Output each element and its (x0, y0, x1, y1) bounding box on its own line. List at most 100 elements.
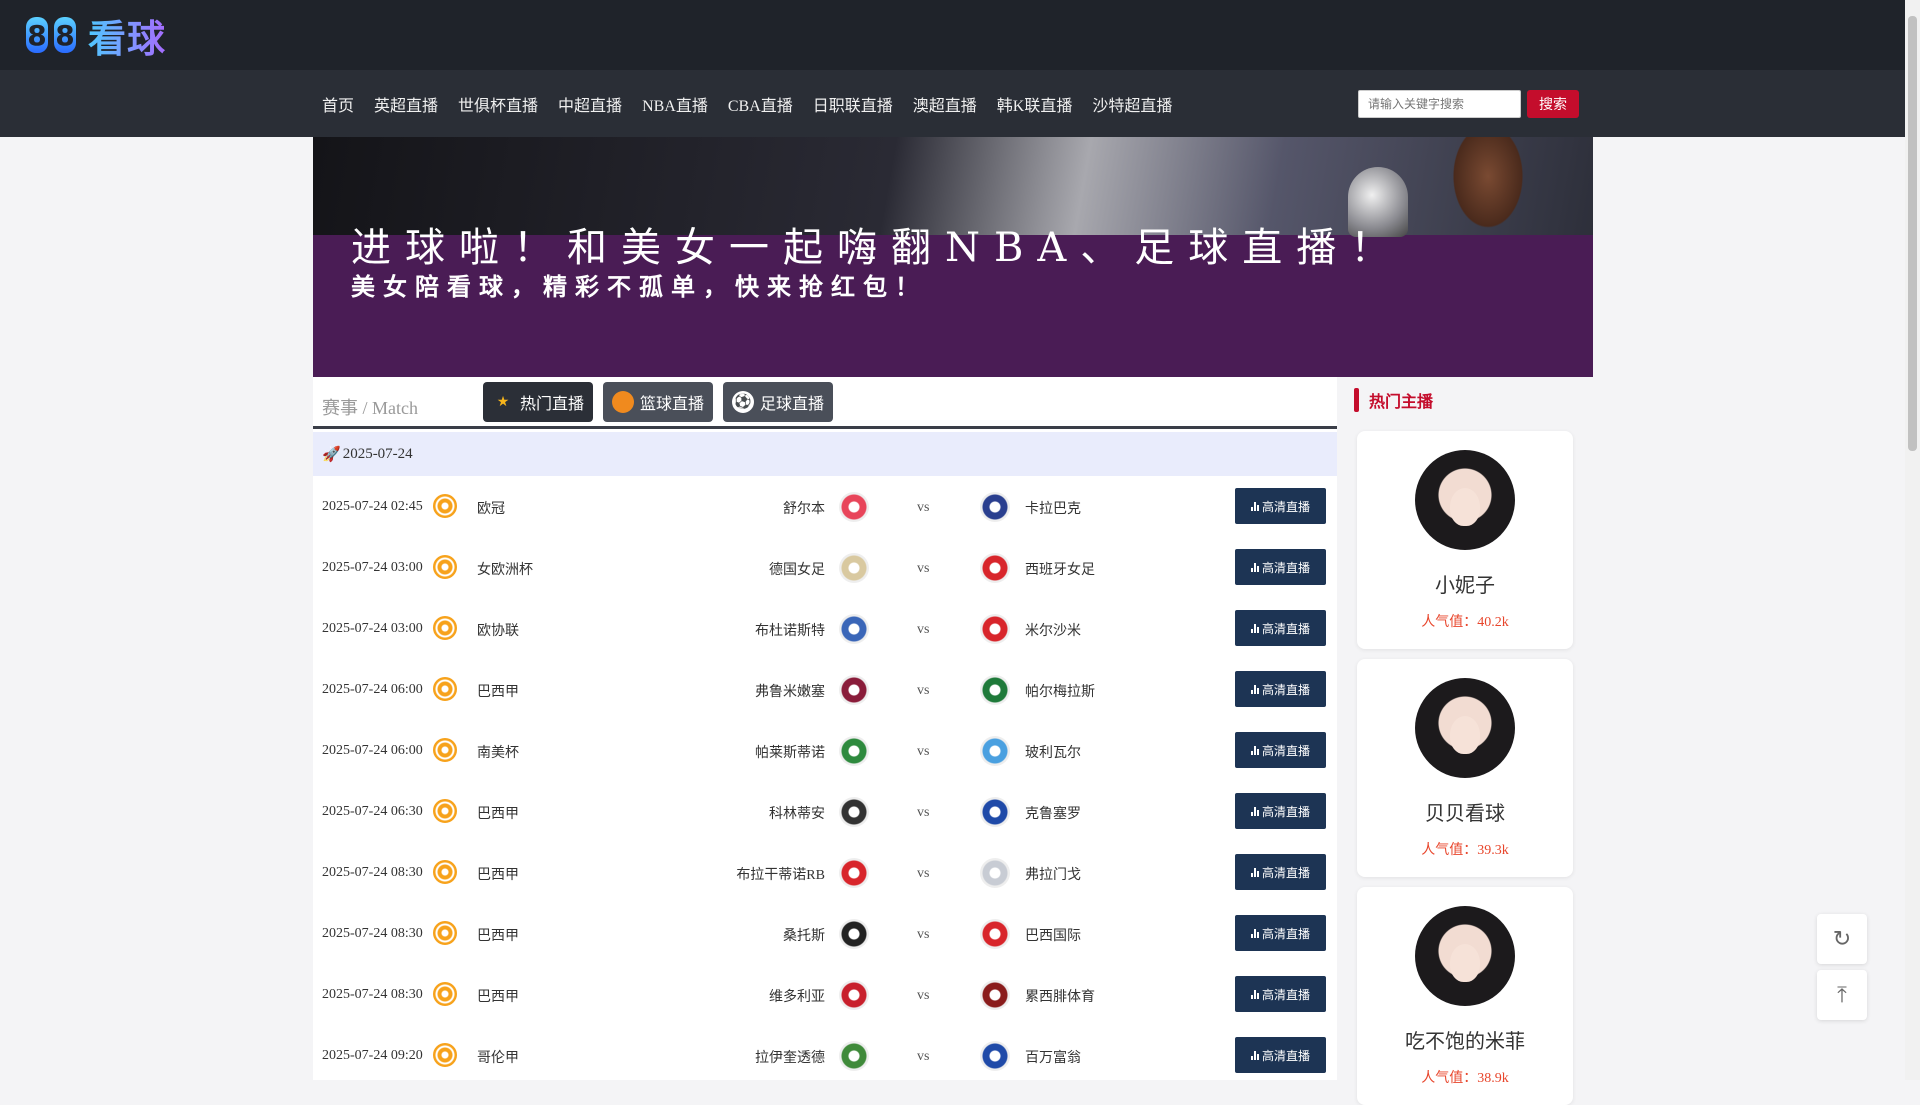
league-name[interactable]: 巴西甲 (477, 925, 519, 945)
page-scrollbar[interactable] (1905, 0, 1920, 1080)
home-team[interactable]: 布杜诺斯特 (755, 620, 825, 640)
hd-live-button[interactable]: 高清直播 (1235, 915, 1326, 951)
league-name[interactable]: 哥伦甲 (477, 1047, 519, 1067)
anchor-card[interactable]: 小妮子 人气值：40.2k (1357, 431, 1573, 649)
soccer-ball-icon (433, 555, 457, 579)
hd-live-button[interactable]: 高清直播 (1235, 1037, 1326, 1073)
basketball-icon (611, 391, 634, 413)
away-team-logo (980, 980, 1010, 1010)
signal-icon (1250, 928, 1259, 938)
scrollbar-thumb[interactable] (1908, 16, 1917, 451)
home-team[interactable]: 桑托斯 (783, 925, 825, 945)
hd-live-label: 高清直播 (1261, 621, 1310, 636)
match-row: 2025-07-24 09:20 哥伦甲 拉伊奎透德 vs 百万富翁 高清直播 (313, 1025, 1337, 1086)
match-row: 2025-07-24 03:00 女欧洲杯 德国女足 vs 西班牙女足 高清直播 (313, 537, 1337, 598)
away-team[interactable]: 卡拉巴克 (1025, 498, 1081, 518)
home-team[interactable]: 舒尔本 (783, 498, 825, 518)
league-name[interactable]: 巴西甲 (477, 864, 519, 884)
league-name[interactable]: 欧冠 (477, 498, 505, 518)
league-name[interactable]: 欧协联 (477, 620, 519, 640)
star-icon: ★ (496, 394, 510, 410)
away-team-logo (980, 736, 1010, 766)
away-team-logo (980, 614, 1010, 644)
nav-link-premier-league[interactable]: 英超直播 (374, 92, 438, 116)
match-row: 2025-07-24 06:00 巴西甲 弗鲁米嫩塞 vs 帕尔梅拉斯 高清直播 (313, 659, 1337, 720)
search-input[interactable] (1358, 90, 1521, 118)
nav-link-j-league[interactable]: 日职联直播 (813, 92, 893, 116)
hd-live-button[interactable]: 高清直播 (1235, 793, 1326, 829)
away-team[interactable]: 帕尔梅拉斯 (1025, 681, 1095, 701)
anchor-card[interactable]: 贝贝看球 人气值：39.3k (1357, 659, 1573, 877)
tab-hot-live[interactable]: ★ 热门直播 (483, 382, 593, 422)
hd-live-button[interactable]: 高清直播 (1235, 549, 1326, 585)
league-name[interactable]: 巴西甲 (477, 803, 519, 823)
home-team-logo (839, 980, 869, 1010)
nav-bar: 首页 英超直播 世俱杯直播 中超直播 NBA直播 CBA直播 日职联直播 澳超直… (0, 70, 1905, 137)
tab-soccer-live[interactable]: ⚽ 足球直播 (723, 382, 833, 422)
match-row: 2025-07-24 08:30 巴西甲 桑托斯 vs 巴西国际 高清直播 (313, 903, 1337, 964)
home-team-logo (839, 675, 869, 705)
anchor-card[interactable]: 吃不饱的米菲 人气值：38.9k (1357, 887, 1573, 1105)
vs-label: vs (917, 622, 930, 637)
hd-live-button[interactable]: 高清直播 (1235, 732, 1326, 768)
hd-live-button[interactable]: 高清直播 (1235, 976, 1326, 1012)
soccer-ball-icon (433, 616, 457, 640)
back-to-top-button[interactable]: ⤒ (1817, 970, 1867, 1020)
site-logo[interactable]: 8 8 看球 (26, 12, 166, 61)
anchor-popularity: 人气值：40.2k (1421, 615, 1509, 630)
vs-label: vs (917, 500, 930, 515)
soccer-ball-icon (433, 921, 457, 945)
nav-link-club-world-cup[interactable]: 世俱杯直播 (458, 92, 538, 116)
home-team[interactable]: 科林蒂安 (769, 803, 825, 823)
avatar (1415, 678, 1515, 778)
refresh-button[interactable]: ↻ (1817, 914, 1867, 964)
hd-live-button[interactable]: 高清直播 (1235, 488, 1326, 524)
away-team[interactable]: 克鲁塞罗 (1025, 803, 1081, 823)
match-time: 2025-07-24 06:00 (322, 743, 423, 758)
home-team[interactable]: 德国女足 (769, 559, 825, 579)
nav-link-nba[interactable]: NBA直播 (642, 92, 708, 116)
nav-link-cba[interactable]: CBA直播 (728, 92, 793, 116)
hd-live-button[interactable]: 高清直播 (1235, 671, 1326, 707)
refresh-icon: ↻ (1832, 926, 1852, 952)
nav-link-csl[interactable]: 中超直播 (558, 92, 622, 116)
nav-link-saudi-league[interactable]: 沙特超直播 (1092, 92, 1172, 116)
league-name[interactable]: 女欧洲杯 (477, 559, 533, 579)
nav-link-home[interactable]: 首页 (322, 92, 354, 116)
away-team[interactable]: 累西腓体育 (1025, 986, 1095, 1006)
match-list: 2025-07-24 02:45 欧冠 舒尔本 vs 卡拉巴克 高清直播 2025-07-2… (313, 476, 1337, 1086)
header-accent-bar (1354, 388, 1359, 412)
away-team[interactable]: 弗拉门戈 (1025, 864, 1081, 884)
match-panel-title: 赛事 / Match (322, 398, 418, 418)
banner-subline: 美女陪看球，精彩不孤单，快来抢红包！ (351, 273, 927, 301)
hd-live-button[interactable]: 高清直播 (1235, 854, 1326, 890)
hd-live-button[interactable]: 高清直播 (1235, 610, 1326, 646)
home-team[interactable]: 拉伊奎透德 (755, 1047, 825, 1067)
tab-basketball-live[interactable]: 篮球直播 (603, 382, 713, 422)
league-name[interactable]: 南美杯 (477, 742, 519, 762)
away-team[interactable]: 米尔沙米 (1025, 620, 1081, 640)
search-button[interactable]: 搜索 (1527, 90, 1579, 118)
league-name[interactable]: 巴西甲 (477, 986, 519, 1006)
home-team[interactable]: 弗鲁米嫩塞 (755, 681, 825, 701)
home-team[interactable]: 帕莱斯蒂诺 (755, 742, 825, 762)
match-time: 2025-07-24 06:00 (322, 682, 423, 697)
soccer-ball-icon (433, 860, 457, 884)
promo-banner[interactable]: 进球啦！和美女一起嗨翻NBA、足球直播！ 美女陪看球，精彩不孤单，快来抢红包！ (313, 137, 1593, 377)
logo-digit: 8 (54, 17, 76, 53)
match-panel: 赛事 / Match ★ 热门直播 篮球直播 ⚽ 足球直播 🚀 2025-07-… (313, 377, 1337, 1080)
home-team-logo (839, 1041, 869, 1071)
away-team[interactable]: 巴西国际 (1025, 925, 1081, 945)
away-team[interactable]: 百万富翁 (1025, 1047, 1081, 1067)
signal-icon (1250, 684, 1259, 694)
away-team[interactable]: 玻利瓦尔 (1025, 742, 1081, 762)
signal-icon (1250, 501, 1259, 511)
league-name[interactable]: 巴西甲 (477, 681, 519, 701)
nav-link-k-league[interactable]: 韩K联直播 (997, 92, 1073, 116)
nav-link-a-league[interactable]: 澳超直播 (913, 92, 977, 116)
home-team[interactable]: 布拉干蒂诺RB (736, 864, 825, 884)
home-team[interactable]: 维多利亚 (769, 986, 825, 1006)
away-team[interactable]: 西班牙女足 (1025, 559, 1095, 579)
match-time: 2025-07-24 08:30 (322, 926, 423, 941)
match-row: 2025-07-24 08:30 巴西甲 布拉干蒂诺RB vs 弗拉门戈 高清直播 (313, 842, 1337, 903)
